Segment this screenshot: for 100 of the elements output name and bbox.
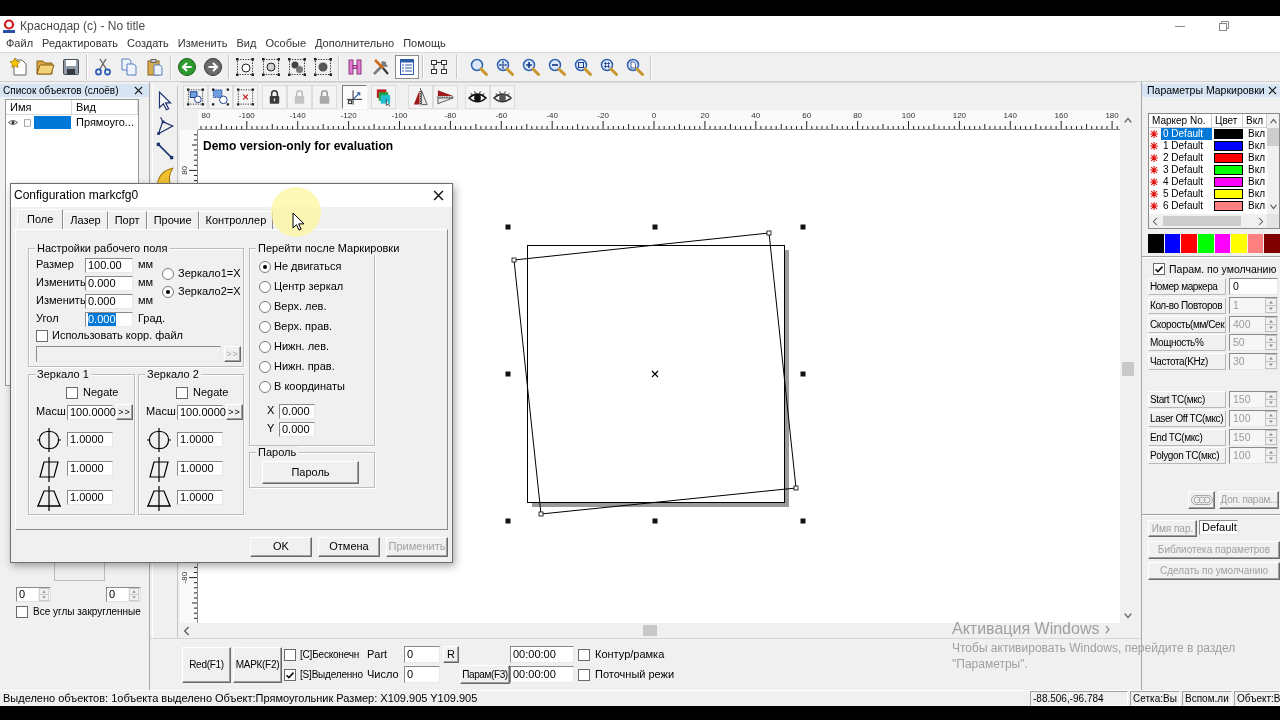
pen-state-cell[interactable]: Вкл bbox=[1248, 140, 1265, 152]
radio-button[interactable] bbox=[259, 341, 271, 353]
color-swatch-icon[interactable] bbox=[1231, 234, 1247, 253]
pen-state-cell[interactable]: Вкл bbox=[1248, 164, 1265, 176]
restore-icon[interactable] bbox=[1219, 21, 1229, 31]
radio-button[interactable] bbox=[259, 321, 271, 333]
pen-state-cell[interactable]: Вкл bbox=[1248, 128, 1265, 140]
list-window-icon[interactable] bbox=[395, 55, 419, 79]
menu-item[interactable]: Особые bbox=[261, 37, 310, 51]
radio-button[interactable] bbox=[259, 361, 271, 373]
lock-icon[interactable] bbox=[262, 84, 287, 109]
factor-field[interactable]: 1.0000 bbox=[67, 490, 113, 505]
factor-field[interactable]: 1.0000 bbox=[67, 461, 113, 476]
close-icon[interactable] bbox=[433, 190, 444, 201]
pen-name-cell[interactable]: 4 Default bbox=[1161, 176, 1212, 188]
selection-handle[interactable] bbox=[505, 224, 511, 230]
color-swatch-icon[interactable] bbox=[1214, 234, 1231, 253]
radio-button[interactable] bbox=[162, 268, 174, 280]
menu-item[interactable]: Изменить bbox=[173, 37, 232, 51]
selection-handle[interactable] bbox=[652, 224, 658, 230]
eye-icon[interactable] bbox=[8, 119, 18, 126]
checkbox[interactable] bbox=[578, 648, 590, 661]
tab[interactable]: Поле bbox=[17, 209, 64, 229]
color-swatch-icon[interactable] bbox=[1164, 234, 1181, 253]
dotted-square-balls-icon[interactable] bbox=[285, 55, 309, 79]
text-field[interactable]: 0.000 bbox=[85, 311, 133, 327]
ungroup-icon[interactable] bbox=[208, 84, 233, 109]
radio-button[interactable] bbox=[259, 261, 271, 273]
scroll-up-icon[interactable] bbox=[1123, 116, 1133, 124]
checkbox[interactable] bbox=[578, 668, 590, 681]
scroll-up-icon[interactable] bbox=[1268, 117, 1278, 125]
close-icon[interactable] bbox=[1268, 86, 1277, 95]
color-swatch-icon[interactable] bbox=[1247, 234, 1264, 253]
pen-state-cell[interactable]: Вкл bbox=[1248, 188, 1265, 200]
text-field[interactable]: 100.00 bbox=[85, 257, 133, 273]
color-swatch-icon[interactable] bbox=[1148, 234, 1164, 253]
dotted-square-cross-icon[interactable] bbox=[233, 84, 258, 109]
checkbox[interactable] bbox=[176, 387, 188, 399]
pen-state-cell[interactable]: Вкл bbox=[1248, 200, 1265, 212]
color-swatch-icon[interactable] bbox=[1197, 234, 1214, 253]
preview-button[interactable]: Red(F1) bbox=[182, 646, 231, 683]
coord-field[interactable]: 0.000 bbox=[279, 421, 315, 437]
menu-item[interactable]: Дополнительно bbox=[311, 37, 399, 51]
spin-field[interactable]: 0 bbox=[106, 587, 141, 602]
scroll-down-icon[interactable] bbox=[1123, 612, 1133, 620]
radio-button[interactable] bbox=[162, 286, 174, 298]
scrollbar-thumb[interactable] bbox=[1267, 128, 1279, 146]
coord-field[interactable]: 0.000 bbox=[279, 403, 315, 419]
selection-handle[interactable] bbox=[800, 518, 806, 524]
checkbox[interactable] bbox=[284, 648, 296, 661]
scale-button[interactable]: >> bbox=[226, 404, 243, 420]
group-icon[interactable] bbox=[183, 84, 208, 109]
reset-button[interactable]: R bbox=[443, 646, 459, 663]
text-field[interactable]: 0.000 bbox=[85, 275, 133, 291]
text-field[interactable]: 0.000 bbox=[85, 293, 133, 309]
selection-handle[interactable] bbox=[800, 224, 806, 230]
color-swatch-icon[interactable] bbox=[1264, 234, 1280, 253]
selection-handle[interactable] bbox=[505, 371, 511, 377]
column-header[interactable]: Цвет bbox=[1212, 114, 1243, 128]
part-field[interactable]: 0 bbox=[404, 646, 440, 663]
minimize-icon[interactable] bbox=[1175, 25, 1185, 27]
param-field[interactable]: 0 bbox=[1229, 278, 1278, 295]
ok-button[interactable]: OK bbox=[250, 537, 312, 557]
pen-name-cell[interactable]: 0 Default bbox=[1161, 128, 1212, 140]
password-button[interactable]: Пароль bbox=[262, 461, 359, 484]
layers-icon[interactable] bbox=[371, 84, 396, 109]
scrollbar-thumb[interactable] bbox=[1163, 216, 1241, 226]
color-swatch-icon[interactable] bbox=[1181, 234, 1197, 253]
scale-button[interactable]: >> bbox=[116, 404, 133, 420]
checkbox[interactable] bbox=[16, 606, 28, 618]
scroll-left-icon[interactable] bbox=[1152, 216, 1159, 226]
shadowed-square[interactable] bbox=[527, 245, 789, 507]
pen-name-cell[interactable]: 5 Default bbox=[1161, 188, 1212, 200]
cancel-button[interactable]: Отмена bbox=[318, 537, 380, 557]
tab[interactable]: Прочие bbox=[146, 211, 199, 229]
scroll-left-icon[interactable] bbox=[183, 625, 191, 636]
node-edit-icon[interactable] bbox=[154, 115, 176, 137]
scroll-down-icon[interactable] bbox=[1268, 203, 1278, 211]
menu-item[interactable]: Вид bbox=[232, 37, 261, 51]
pen-name-cell[interactable]: 2 Default bbox=[1161, 152, 1212, 164]
factor-field[interactable]: 1.0000 bbox=[177, 490, 223, 505]
selection-handle[interactable] bbox=[505, 518, 511, 524]
menu-item[interactable]: Редактировать bbox=[38, 37, 123, 51]
factor-field[interactable]: 1.0000 bbox=[177, 432, 223, 447]
selection-handle[interactable] bbox=[800, 371, 806, 377]
close-icon[interactable] bbox=[134, 86, 143, 95]
radio-button[interactable] bbox=[259, 281, 271, 293]
column-header[interactable]: Имя bbox=[6, 100, 72, 115]
spin-field[interactable]: 0 bbox=[16, 587, 51, 602]
pen-state-cell[interactable]: Вкл bbox=[1248, 176, 1265, 188]
axis-icon[interactable] bbox=[342, 84, 367, 109]
checkbox[interactable] bbox=[21, 117, 31, 128]
checkbox[interactable] bbox=[66, 387, 78, 399]
params-button[interactable]: Парам(F3) bbox=[460, 665, 510, 684]
radio-button[interactable] bbox=[259, 301, 271, 313]
scrollbar-thumb[interactable] bbox=[1122, 362, 1134, 376]
mark-button[interactable]: МАРК(F2) bbox=[233, 646, 282, 683]
pen-name-cell[interactable]: 3 Default bbox=[1161, 164, 1212, 176]
menu-item[interactable]: Файл bbox=[2, 37, 38, 51]
radio-button[interactable] bbox=[259, 381, 271, 393]
